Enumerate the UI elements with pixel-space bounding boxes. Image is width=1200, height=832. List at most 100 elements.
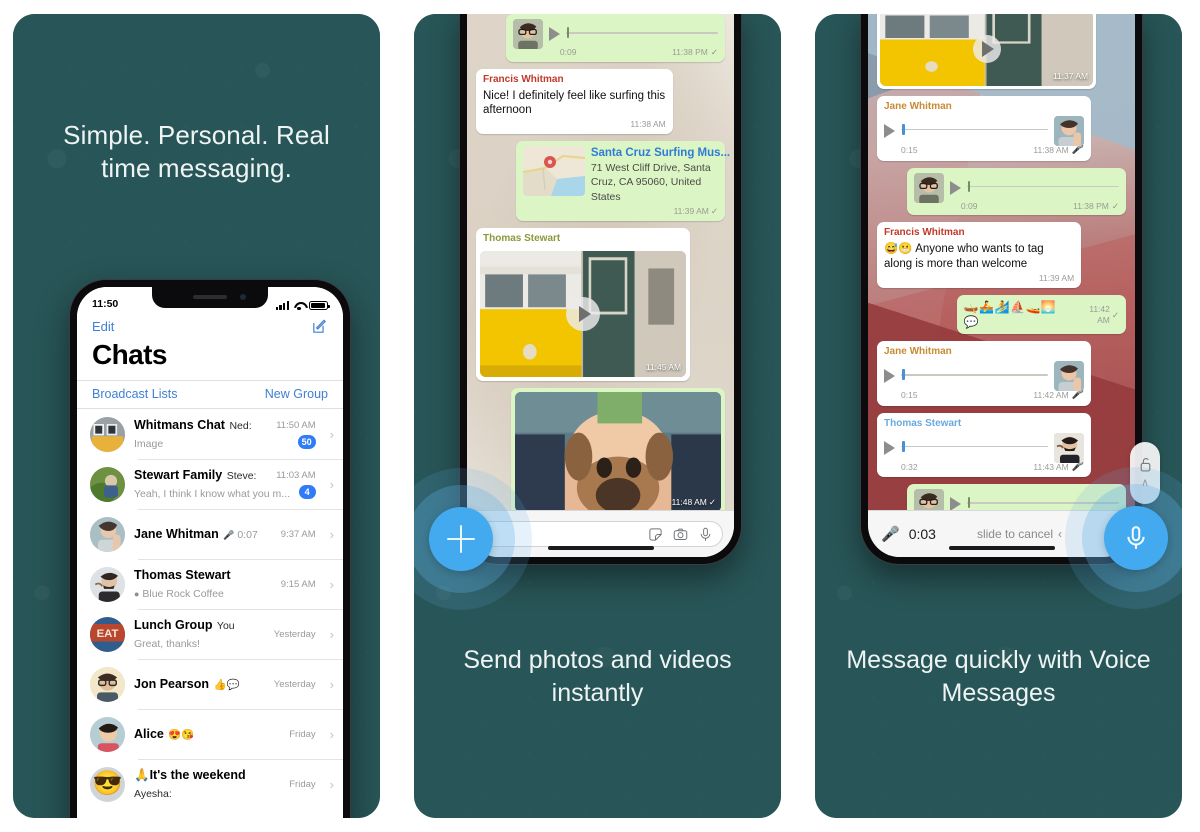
message-meta: 11:38 AM [483, 119, 665, 130]
chat-time: 9:37 AM [280, 528, 316, 540]
location-message-bubble[interactable]: Santa Cruz Surfing Mus... 71 West Cliff … [515, 140, 730, 221]
text-message-bubble[interactable]: Francis Whitman Nice! I definitely feel … [476, 68, 673, 134]
video-thumbnail[interactable]: 11:45 AM [480, 250, 687, 377]
camera-icon[interactable] [673, 527, 688, 542]
list-item[interactable]: Whitmans Chat Ned: Image 11:50 AM 50 › [77, 409, 343, 459]
avatar [90, 666, 125, 702]
chat-name: Whitmans Chat [134, 418, 225, 432]
avatar: EAT [90, 616, 125, 652]
progress-knob[interactable] [902, 123, 905, 135]
emoji-message-bubble[interactable]: 🛶🚣🏄⛵🚤🌅💬 11:42 AM ✓ [956, 294, 1126, 335]
play-icon[interactable] [566, 296, 601, 331]
message-meta: 11:39 AM ✓ [523, 206, 718, 217]
chat-list[interactable]: Whitmans Chat Ned: Image 11:50 AM 50 › S… [77, 409, 343, 809]
voice-progress-track[interactable] [901, 368, 1049, 384]
notch [152, 287, 268, 308]
chat-time: Yesterday [273, 678, 316, 690]
message-time: 11:39 AM [673, 205, 709, 216]
speaker-grille [193, 295, 227, 299]
panel-2-caption: Send photos and videos instantly [463, 646, 732, 707]
edit-button[interactable]: Edit [92, 319, 114, 334]
photo-message-bubble[interactable]: 11:48 AM ✓ [510, 387, 725, 516]
panel-photos-videos: 0:09 11:38 PM ✓ Francis Whitman Nice! I … [414, 14, 781, 818]
list-item[interactable]: 😎 🙏It's the weekend Ayesha: Friday › [77, 759, 343, 809]
map-thumbnail [522, 145, 585, 196]
photo-thumbnail[interactable]: 11:48 AM ✓ [514, 391, 721, 512]
panel-voice-messages: 11:37 AM Jane Whitman 0:15 11:38 AM 🎤 0:… [815, 14, 1182, 818]
wifi-icon [293, 301, 305, 311]
chevron-right-icon: › [329, 476, 334, 492]
voice-duration: 0:15 [901, 144, 918, 155]
video-thumbnail[interactable]: 11:37 AM [880, 14, 1094, 86]
voice-record-fab[interactable] [1065, 467, 1182, 609]
text-message-bubble[interactable]: Francis Whitman 😅😬 Anyone who wants to t… [877, 222, 1082, 288]
new-group-button[interactable]: New Group [265, 387, 328, 401]
play-icon[interactable] [884, 369, 895, 384]
chat-snippet: Yeah, I think I know what you m... [134, 488, 291, 500]
broadcast-lists-button[interactable]: Broadcast Lists [92, 387, 177, 401]
panel-3-caption: Message quickly with Voice Messages [846, 646, 1151, 707]
play-icon[interactable] [949, 180, 961, 195]
voice-message-bubble[interactable]: Jane Whitman [877, 341, 1092, 406]
nav-row: Edit [77, 313, 343, 336]
voice-progress-track[interactable] [565, 26, 718, 42]
avatar [1054, 361, 1085, 392]
play-icon[interactable] [884, 123, 895, 138]
voice-progress-track[interactable] [901, 440, 1049, 456]
chevron-left-icon: ‹ [1057, 527, 1062, 541]
voice-message-bubble[interactable]: 0:09 11:38 PM ✓ [906, 167, 1126, 216]
message-meta: 11:39 AM [884, 273, 1074, 284]
phone-screen-1: 11:50 Edit Chats Broadcast Lists New Gro… [77, 287, 343, 818]
microphone-icon[interactable] [698, 527, 713, 542]
voice-player[interactable] [884, 361, 1085, 392]
phone-screen-2: 0:09 11:38 PM ✓ Francis Whitman Nice! I … [467, 14, 734, 557]
message-time: 11:48 AM [671, 496, 707, 507]
conversation-thread[interactable]: 11:37 AM Jane Whitman 0:15 11:38 AM 🎤 0:… [868, 14, 1135, 557]
compose-icon[interactable] [311, 318, 328, 335]
list-item[interactable]: EAT Lunch Group You Great, thanks! Yeste… [77, 609, 343, 659]
sticker-icon[interactable] [648, 527, 663, 542]
location-card[interactable]: Santa Cruz Surfing Mus... 71 West Cliff … [522, 145, 730, 205]
list-item[interactable]: Thomas Stewart ● Blue Rock Coffee 9:15 A… [77, 559, 343, 609]
message-time: 11:37 AM [1052, 71, 1089, 82]
voice-message-bubble[interactable]: Thomas Stewart [877, 412, 1092, 478]
voice-player[interactable] [884, 115, 1085, 146]
fab-button[interactable] [1104, 506, 1168, 570]
list-item[interactable]: Jane Whitman 🎤 0:07 9:37 AM › [77, 509, 343, 559]
voice-player[interactable] [512, 19, 718, 49]
voice-player[interactable] [884, 432, 1085, 463]
video-message-bubble[interactable]: Thomas Stewart 11:45 AM [476, 227, 691, 381]
voice-player[interactable] [913, 172, 1119, 203]
voice-message-bubble[interactable]: Jane Whitman [877, 96, 1092, 161]
progress-knob[interactable] [902, 369, 905, 381]
list-item[interactable]: Stewart Family Steve: Yeah, I think I kn… [77, 459, 343, 509]
video-message-bubble[interactable]: 11:37 AM [877, 14, 1097, 89]
front-camera [240, 294, 246, 300]
chevron-right-icon: › [329, 426, 334, 442]
chat-name: Stewart Family [134, 468, 223, 482]
chat-name: Jane Whitman [134, 527, 219, 541]
play-icon[interactable] [884, 440, 895, 455]
unread-badge: 50 [297, 434, 316, 449]
voice-message-bubble[interactable]: 0:09 11:38 PM ✓ [505, 14, 725, 62]
voice-progress-track[interactable] [966, 180, 1119, 196]
microphone-icon [1123, 525, 1149, 551]
row-meta: Yesterday [274, 679, 318, 690]
row-content: Thomas Stewart ● Blue Rock Coffee [134, 566, 272, 602]
message-sender: Francis Whitman [483, 73, 564, 85]
progress-line [565, 32, 718, 34]
conversation-thread[interactable]: 0:09 11:38 PM ✓ Francis Whitman Nice! I … [467, 14, 734, 557]
voice-progress-track[interactable] [901, 123, 1049, 139]
list-item[interactable]: Alice 😍😘 Friday › [77, 709, 343, 759]
list-item[interactable]: Jon Pearson 👍💬 Yesterday › [77, 659, 343, 709]
progress-knob[interactable] [902, 440, 905, 452]
voice-meta: 0:09 11:38 PM ✓ [513, 47, 718, 58]
location-pin-icon: ● [134, 589, 140, 599]
fab-button[interactable] [429, 507, 493, 571]
play-icon[interactable] [972, 34, 1001, 63]
panel-1-headline: Simple. Personal. Real time messaging. [63, 120, 330, 184]
voice-duration: 0:15 [901, 390, 918, 401]
play-icon[interactable] [548, 27, 560, 41]
add-attachment-fab[interactable] [414, 468, 532, 610]
chat-sender: Steve: [226, 470, 257, 482]
